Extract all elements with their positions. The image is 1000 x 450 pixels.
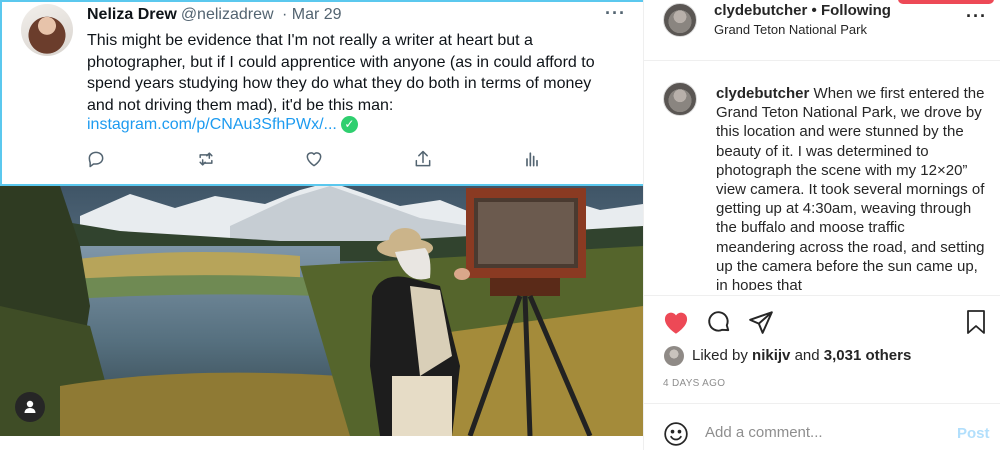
- following-status[interactable]: • Following: [812, 2, 891, 19]
- comment-divider: [644, 403, 1000, 404]
- caption-username[interactable]: clydebutcher: [716, 85, 809, 102]
- retweet-icon[interactable]: [195, 149, 217, 169]
- tweet-link[interactable]: instagram.com/p/CNAu3SfhPWx/...: [87, 116, 337, 133]
- reply-icon[interactable]: [86, 149, 106, 169]
- tweet-text-line: spend years studying how they do what th…: [87, 75, 592, 92]
- comment-input[interactable]: Add a comment...: [705, 424, 823, 441]
- tweet-date[interactable]: · Mar 29: [282, 6, 342, 23]
- caption-divider: [644, 295, 1000, 296]
- analytics-icon[interactable]: [522, 149, 542, 169]
- liker-avatar[interactable]: [664, 346, 684, 366]
- heart-icon[interactable]: [662, 309, 690, 335]
- tweet-text-line: This might be evidence that I'm not real…: [87, 32, 533, 49]
- liker-username[interactable]: nikijv: [752, 347, 790, 364]
- person-icon: [24, 400, 36, 413]
- author-handle[interactable]: @nelizadrew: [181, 6, 274, 23]
- tweet-text: This might be evidence that I'm not real…: [87, 30, 637, 116]
- emoji-icon[interactable]: [663, 421, 689, 447]
- tweet-text-line: photographer, but if I could apprentice …: [87, 53, 595, 71]
- photo-illustration: [0, 186, 643, 436]
- caption-avatar[interactable]: [663, 82, 697, 116]
- post-more-icon[interactable]: ···: [966, 6, 987, 27]
- likes-prefix: Liked by: [692, 347, 753, 364]
- instagram-panel: clydebutcher • Following Grand Teton Nat…: [643, 0, 1000, 450]
- caption-text: When we first entered the Grand Teton Na…: [716, 85, 985, 290]
- comment-icon[interactable]: [705, 309, 733, 335]
- likes-and: and: [790, 347, 824, 364]
- post-comment-button[interactable]: Post: [957, 425, 990, 442]
- author-name[interactable]: Neliza Drew: [87, 6, 177, 23]
- like-icon[interactable]: [304, 149, 324, 169]
- author-avatar[interactable]: [21, 4, 73, 56]
- tweet-more-icon[interactable]: ···: [605, 3, 626, 24]
- share-icon[interactable]: [413, 149, 433, 169]
- likes-count[interactable]: 3,031 others: [824, 347, 912, 364]
- tagged-user-icon[interactable]: [15, 392, 45, 422]
- tweet-text-line: and not driving them mad), it'd be this …: [87, 96, 394, 114]
- check-icon: ✓: [340, 116, 358, 133]
- share-icon[interactable]: [748, 309, 774, 335]
- header-divider: [644, 60, 1000, 61]
- tweet-card[interactable]: Neliza Drew @nelizadrew · Mar 29 ··· This…: [0, 0, 646, 186]
- tweet-header: Neliza Drew @nelizadrew · Mar 29: [87, 6, 342, 24]
- poster-header: clydebutcher • Following: [714, 2, 891, 19]
- bookmark-icon[interactable]: [964, 309, 988, 335]
- post-caption: clydebutcher When we first entered the G…: [716, 84, 988, 290]
- post-location[interactable]: Grand Teton National Park: [714, 22, 867, 37]
- notification-bar: [898, 0, 994, 4]
- likes-summary: Liked by nikijv and 3,031 others: [692, 347, 911, 364]
- post-photo[interactable]: [0, 186, 643, 436]
- poster-avatar[interactable]: [663, 3, 697, 37]
- tweet-link-row: instagram.com/p/CNAu3SfhPWx/... ✓: [87, 116, 358, 134]
- post-time-ago[interactable]: 4 DAYS AGO: [663, 378, 725, 389]
- poster-username[interactable]: clydebutcher: [714, 2, 807, 19]
